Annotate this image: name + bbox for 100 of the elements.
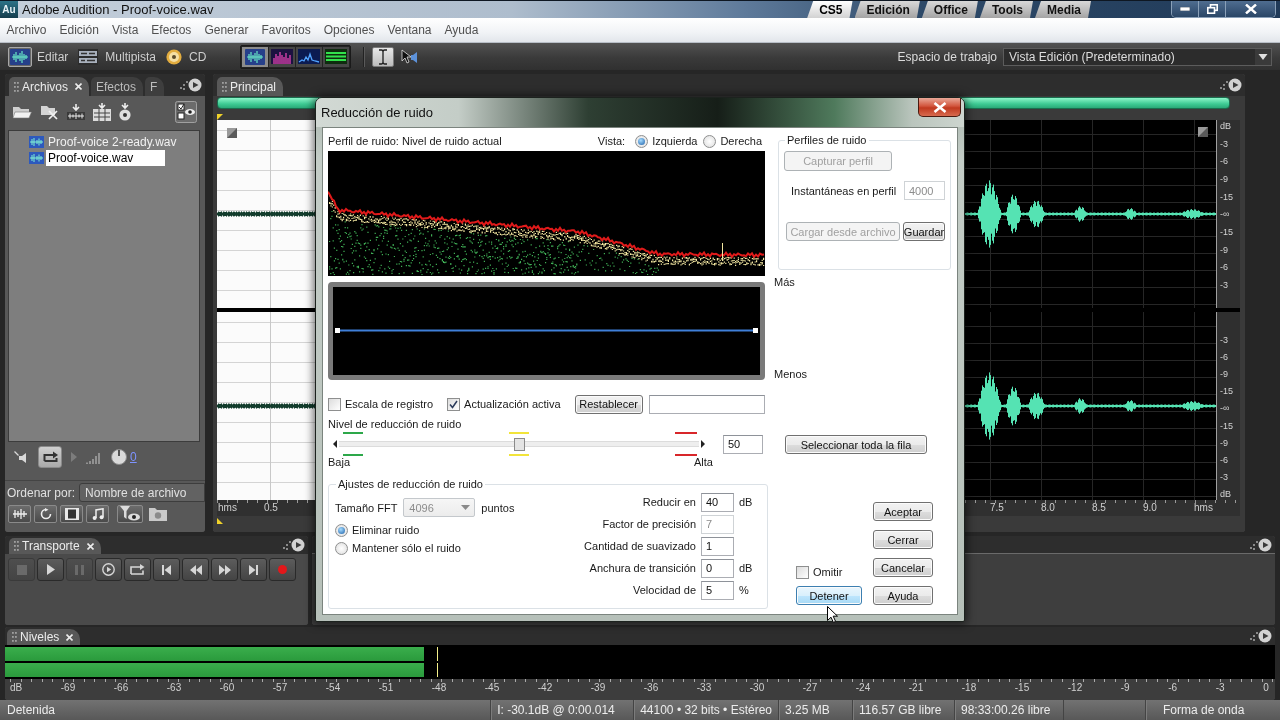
view-button[interactable] (323, 46, 350, 67)
text-field[interactable] (648, 394, 765, 414)
workspace-tab[interactable]: Edición (854, 1, 920, 18)
close-icon[interactable] (86, 542, 94, 550)
close-button[interactable] (918, 98, 961, 117)
right-arrow-icon[interactable] (701, 440, 705, 448)
workspace-dropdown[interactable]: Vista Edición (Predeterminado) (1003, 47, 1272, 66)
transport-button[interactable] (182, 558, 209, 581)
menu-item[interactable]: Opciones (317, 20, 381, 40)
radio-button[interactable] (703, 134, 717, 148)
menu-item[interactable]: Generar (197, 20, 255, 40)
checkbox[interactable] (328, 397, 341, 411)
radio-button[interactable] (335, 541, 348, 555)
save-button[interactable]: Guardar (903, 222, 945, 241)
workspace-tab[interactable]: CS5 (807, 1, 853, 18)
folder-cross-icon[interactable] (40, 104, 59, 120)
cd-folder-icon[interactable] (149, 507, 167, 521)
panel-menu-icon[interactable] (1220, 78, 1242, 92)
file-item[interactable]: Proof-voice 2-ready.wav (46, 134, 179, 150)
workspace-tab[interactable]: Tools (979, 1, 1033, 18)
panel-menu-icon[interactable] (283, 538, 305, 552)
scale-label: -51 (378, 682, 394, 695)
sort-dropdown[interactable]: Nombre de archivo (79, 483, 205, 502)
eye-icon[interactable] (175, 101, 197, 123)
transport-button[interactable] (124, 558, 151, 581)
panel-menu-icon[interactable] (180, 78, 202, 92)
filter-button[interactable] (8, 505, 31, 523)
arrow-wave-icon[interactable] (67, 104, 85, 120)
panel-tab[interactable]: Efectos (91, 77, 144, 96)
loop-button[interactable] (38, 446, 62, 468)
dialog-button[interactable]: Cerrar (873, 530, 933, 549)
view-button[interactable] (242, 46, 269, 67)
scale-label: -45 (484, 682, 500, 695)
unit-label: % (739, 584, 750, 596)
knob-icon[interactable] (111, 449, 127, 465)
stop-button[interactable]: Detener (796, 586, 862, 605)
param-field[interactable]: 0 (701, 558, 734, 578)
radio-label: Eliminar ruido (352, 524, 420, 536)
transport-button[interactable] (240, 558, 267, 581)
file-item[interactable]: Proof-voice.wav (46, 150, 165, 166)
arrow-disc-icon[interactable] (119, 103, 131, 121)
folder-icon[interactable] (12, 104, 32, 120)
arrow-grid-icon[interactable] (93, 103, 111, 121)
mode-button[interactable]: Editar (8, 46, 69, 67)
filter-button[interactable] (117, 505, 143, 523)
dialog-button[interactable]: Aceptar (873, 502, 933, 521)
menu-item[interactable]: Ventana (380, 20, 438, 40)
menu-item[interactable]: Edición (53, 20, 106, 40)
checkbox[interactable] (447, 397, 461, 411)
filter-button[interactable] (60, 505, 83, 523)
panel-tab[interactable]: Transporte (9, 538, 101, 554)
filter-button[interactable] (34, 505, 57, 523)
left-arrow-icon[interactable] (333, 440, 337, 448)
transport-button[interactable] (211, 558, 238, 581)
menu-item[interactable]: Efectos (144, 20, 198, 40)
minimize-icon (1180, 7, 1190, 11)
panel-menu-icon[interactable] (1250, 537, 1272, 552)
tool-button[interactable] (372, 46, 395, 67)
checkbox[interactable] (796, 565, 809, 579)
grip-icon (222, 81, 227, 92)
panel-menu-icon[interactable] (1250, 629, 1272, 643)
param-field[interactable]: 5 (701, 580, 734, 600)
param-field[interactable]: 40 (701, 492, 734, 512)
radio-button[interactable] (635, 134, 649, 148)
transport-button[interactable] (95, 558, 122, 581)
speaker-icon[interactable] (14, 450, 29, 464)
close-icon[interactable] (66, 633, 74, 641)
audio-file-icon (29, 152, 44, 164)
close-button[interactable] (1226, 1, 1275, 17)
mode-button[interactable]: Multipista (76, 46, 157, 67)
transport-button[interactable] (153, 558, 180, 581)
panel-tab[interactable]: Principal (217, 77, 284, 96)
restore-button[interactable] (1199, 1, 1226, 17)
menu-item[interactable]: Vista (105, 20, 145, 40)
menu-item[interactable]: Ayuda (438, 20, 485, 40)
dialog-button[interactable]: Ayuda (873, 586, 933, 605)
level-field[interactable]: 50 (723, 434, 763, 454)
radio-button[interactable] (335, 523, 348, 537)
corner-handle-icon[interactable] (227, 128, 237, 138)
close-icon[interactable] (75, 83, 82, 90)
select-all-button[interactable]: Seleccionar toda la fila (785, 435, 927, 454)
menu-item[interactable]: Archivo (0, 20, 53, 40)
filter-button[interactable] (86, 505, 109, 523)
menu-item[interactable]: Favoritos (254, 20, 318, 40)
status-text: Forma de onda (1145, 700, 1280, 720)
panel-tab[interactable]: Archivos (9, 77, 89, 96)
workspace-tab[interactable]: Office (921, 1, 978, 18)
workspace-tab[interactable]: Media (1035, 1, 1091, 18)
grip-icon (12, 632, 17, 642)
dialog-button[interactable]: Cancelar (873, 558, 933, 577)
low-end-mark-icon (343, 432, 363, 456)
mode-button[interactable]: CD (164, 46, 207, 67)
view-button[interactable] (296, 46, 323, 67)
reset-button[interactable]: Restablecer (574, 394, 643, 414)
param-field[interactable]: 1 (701, 536, 734, 556)
panel-tab[interactable]: Niveles (7, 629, 81, 645)
panel-tab[interactable]: F (145, 77, 165, 96)
minimize-button[interactable] (1172, 1, 1199, 17)
transport-button[interactable] (37, 558, 64, 581)
waveform-icon (8, 46, 32, 67)
